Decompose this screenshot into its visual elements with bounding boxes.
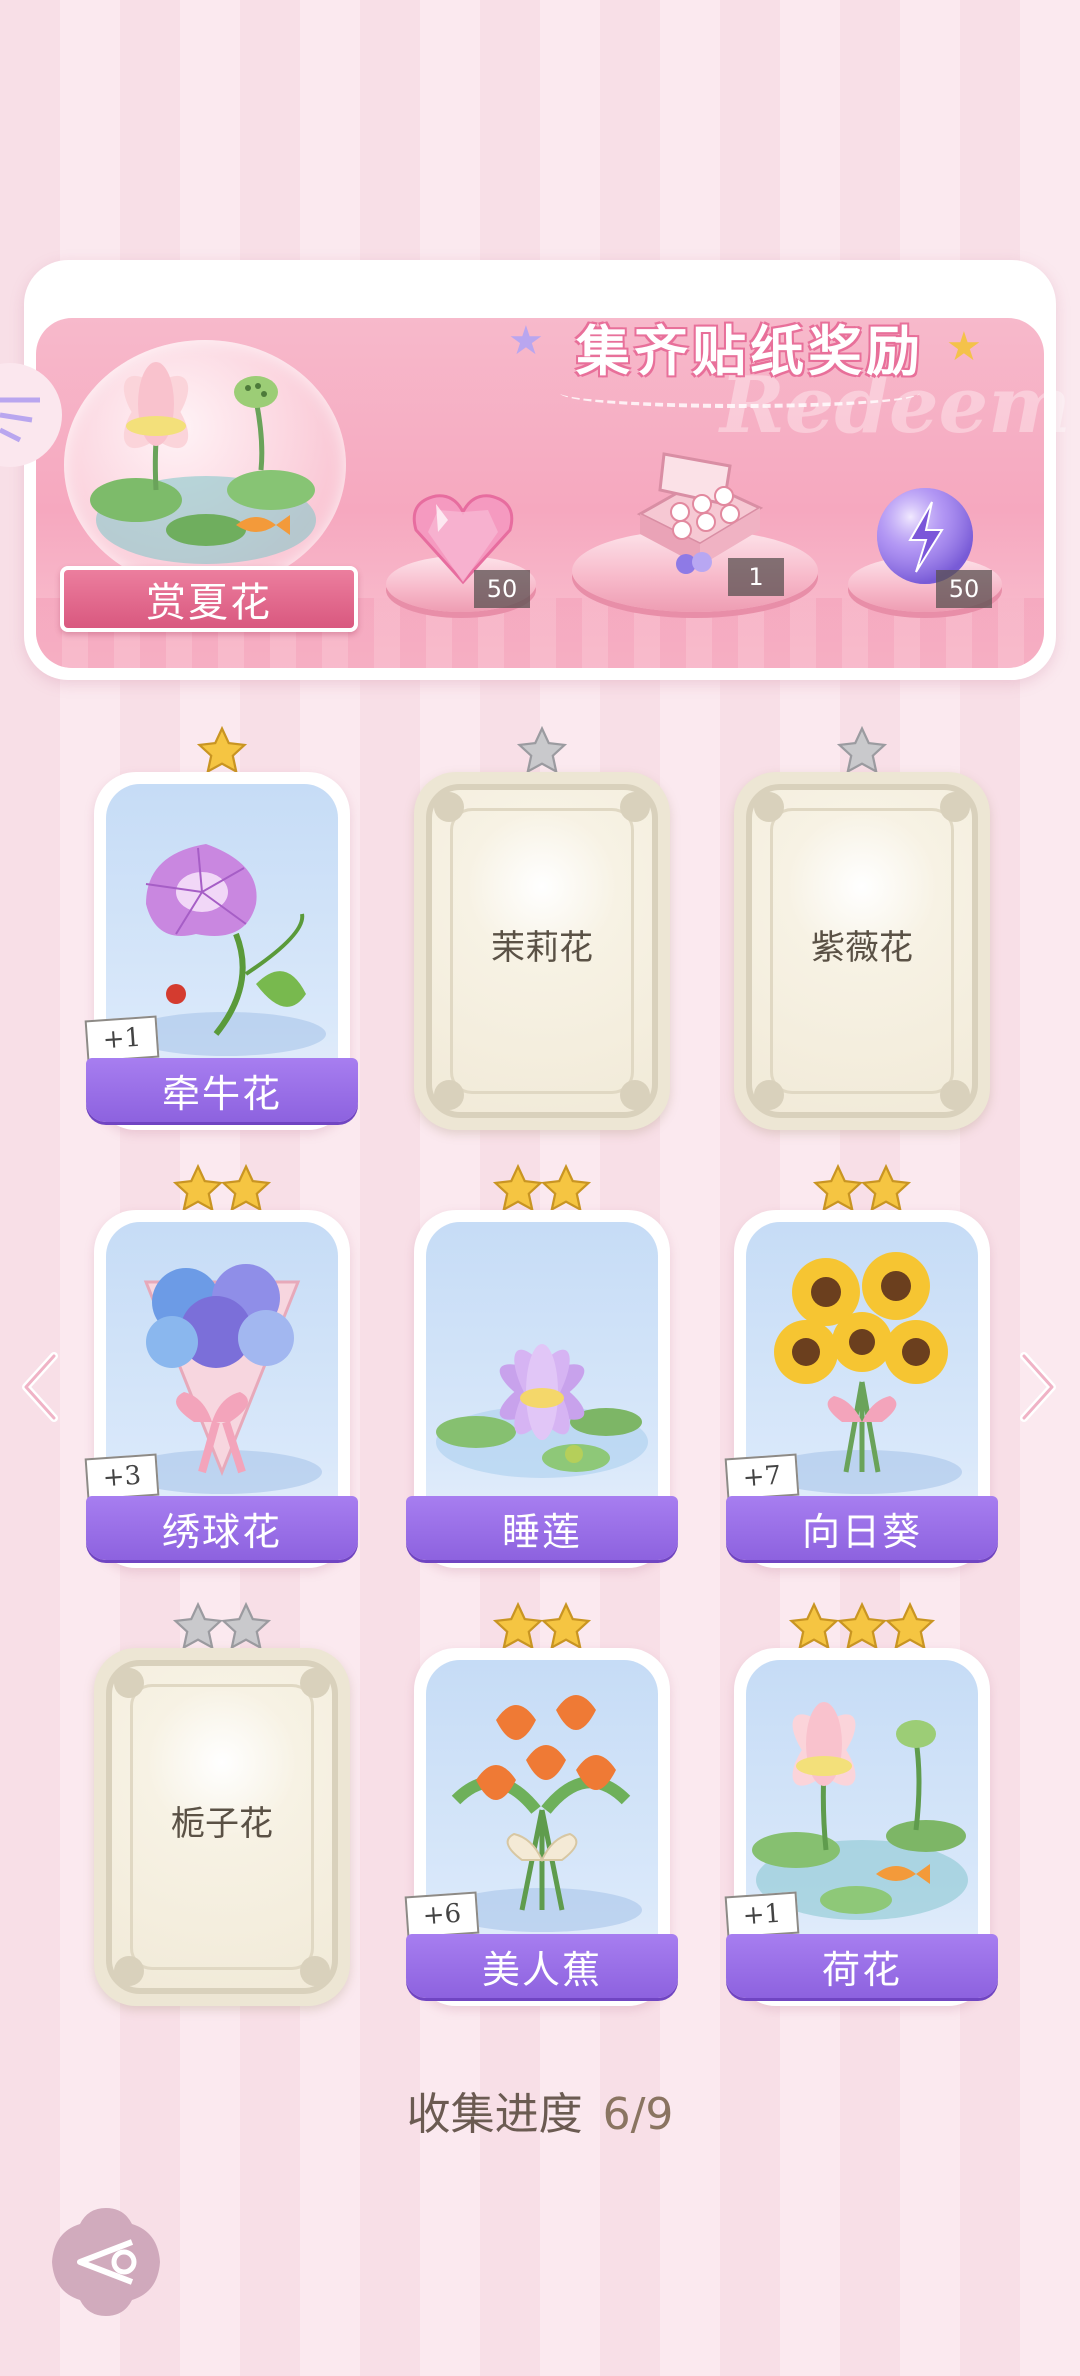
- card-bonus-tag: +1: [84, 1015, 160, 1063]
- back-button[interactable]: [48, 2204, 164, 2320]
- gold-star-icon: [540, 1163, 592, 1212]
- card-9-stars: [734, 1600, 990, 1654]
- flower-card-lotus[interactable]: +1 荷花: [724, 1648, 998, 2006]
- collection-progress: 收集进度 6/9: [0, 2078, 1080, 2142]
- collection-name: 赏夏花: [146, 580, 272, 626]
- corner-ornament: [620, 1080, 650, 1110]
- lotus-pond-icon: [90, 362, 316, 564]
- card-3-stars: [734, 724, 990, 778]
- gold-star-icon: [812, 1163, 864, 1212]
- corner-ornament: [754, 792, 784, 822]
- corner-ornament: [300, 1956, 330, 1986]
- card-name: 睡莲: [501, 1509, 582, 1554]
- silver-star-icon: [836, 725, 888, 774]
- progress-value: 6/9: [602, 2089, 674, 2140]
- card-1-stars: [94, 724, 350, 778]
- card-name: 牵牛花: [161, 1071, 282, 1116]
- card-6-stars: [734, 1162, 990, 1216]
- card-4-stars: [94, 1162, 350, 1216]
- corner-ornament: [620, 792, 650, 822]
- card-bonus-tag: +6: [404, 1891, 480, 1939]
- corner-ornament: [300, 1668, 330, 1698]
- card-bonus-tag: +7: [724, 1453, 800, 1501]
- card-name-banner: 荷花: [726, 1934, 998, 1998]
- gold-star-icon: [492, 1163, 544, 1212]
- next-page-arrow-icon[interactable]: [1018, 1352, 1058, 1422]
- card-name-banner: 向日葵: [726, 1496, 998, 1560]
- card-5-stars: [414, 1162, 670, 1216]
- card-name-banner: 牵牛花: [86, 1058, 358, 1122]
- card-name: 美人蕉: [481, 1947, 602, 1992]
- gold-star-icon: [492, 1601, 544, 1650]
- silver-star-icon: [172, 1601, 224, 1650]
- title-dash-decoration: [560, 378, 920, 408]
- side-decoration-icon: [0, 363, 62, 467]
- gold-star-icon: [172, 1163, 224, 1212]
- flower-card-morning-glory[interactable]: +1 牵牛花: [84, 772, 358, 1130]
- flower-card-jasmine-locked[interactable]: 茉莉花: [414, 772, 670, 1130]
- progress-label: 收集进度: [406, 2089, 583, 2140]
- corner-ornament: [940, 1080, 970, 1110]
- collection-name-badge: 赏夏花: [60, 566, 358, 632]
- card-name-banner: 美人蕉: [406, 1934, 678, 1998]
- gold-star-icon: [860, 1163, 912, 1212]
- corner-ornament: [940, 792, 970, 822]
- card-8-stars: [414, 1600, 670, 1654]
- card-name-banner: 绣球花: [86, 1496, 358, 1560]
- previous-page-arrow-icon[interactable]: [20, 1352, 60, 1422]
- gold-star-icon: [220, 1163, 272, 1212]
- card-name-banner: 睡莲: [406, 1496, 678, 1560]
- corner-ornament: [114, 1668, 144, 1698]
- card-name: 茉莉花: [491, 928, 593, 968]
- silver-star-icon: [220, 1601, 272, 1650]
- flower-card-hydrangea[interactable]: +3 绣球花: [84, 1210, 358, 1568]
- flower-card-canna[interactable]: +6 美人蕉: [404, 1648, 678, 2006]
- card-7-stars: [94, 1600, 350, 1654]
- reward-count-2: 1: [728, 558, 784, 596]
- reward-count-3: 50: [936, 570, 992, 608]
- flower-card-sunflower[interactable]: +7 向日葵: [724, 1210, 998, 1568]
- card-name: 荷花: [821, 1947, 902, 1992]
- corner-ornament: [434, 1080, 464, 1110]
- card-name: 紫薇花: [811, 928, 913, 968]
- card-bonus-tag: +1: [724, 1891, 800, 1939]
- purple-star-icon: ★: [508, 318, 544, 364]
- corner-ornament: [434, 792, 464, 822]
- gold-star-icon: [836, 1601, 888, 1650]
- reward-count-1: 50: [474, 570, 530, 608]
- silver-star-icon: [516, 725, 568, 774]
- flower-card-water-lily[interactable]: 睡莲: [406, 1210, 678, 1568]
- corner-ornament: [754, 1080, 784, 1110]
- card-name: 向日葵: [801, 1509, 922, 1554]
- card-2-stars: [414, 724, 670, 778]
- banner-title: 集齐贴纸奖励: [576, 319, 924, 383]
- gold-star-icon: [196, 725, 248, 774]
- flower-card-gardenia-locked[interactable]: 栀子花: [94, 1648, 350, 2006]
- gold-star-icon: [540, 1601, 592, 1650]
- card-name: 绣球花: [161, 1509, 282, 1554]
- gold-star-icon: ★: [946, 324, 982, 370]
- flower-card-crape-myrtle-locked[interactable]: 紫薇花: [734, 772, 990, 1130]
- corner-ornament: [114, 1956, 144, 1986]
- card-bonus-tag: +3: [84, 1453, 160, 1501]
- card-name: 栀子花: [171, 1804, 273, 1844]
- gold-star-icon: [788, 1601, 840, 1650]
- gold-star-icon: [884, 1601, 936, 1650]
